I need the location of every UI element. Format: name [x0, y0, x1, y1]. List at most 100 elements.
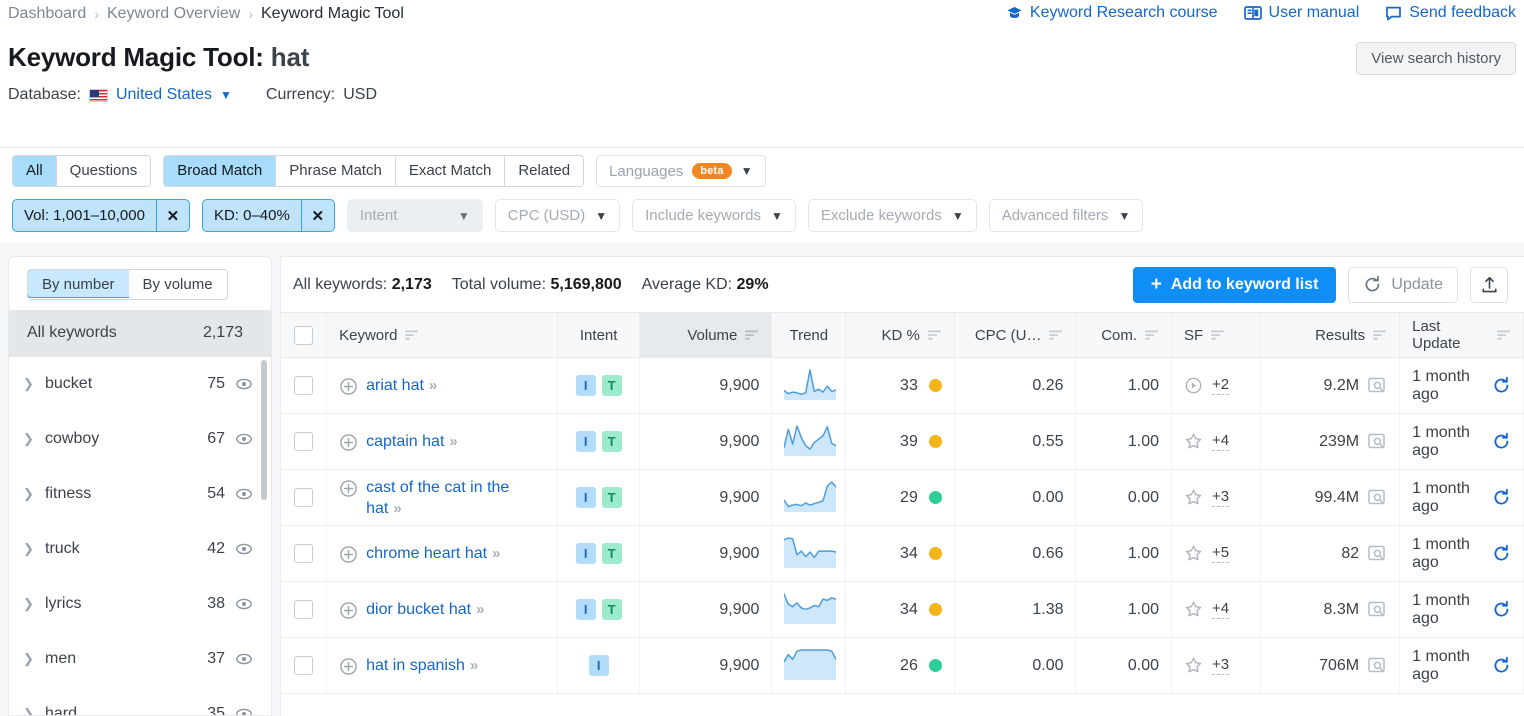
- row-select-cell[interactable]: [281, 526, 327, 582]
- eye-icon[interactable]: [235, 705, 253, 716]
- filter-chip-cpc[interactable]: CPC (USD) ▼: [495, 199, 620, 232]
- eye-icon[interactable]: [235, 650, 253, 668]
- serp-icon[interactable]: [1368, 489, 1387, 506]
- sf-more-count[interactable]: +4: [1212, 600, 1229, 619]
- chevron-down-icon[interactable]: ▼: [220, 88, 232, 102]
- export-button[interactable]: [1470, 267, 1508, 303]
- chevron-double-right-icon[interactable]: »: [393, 500, 399, 517]
- sort-icon[interactable]: [1497, 329, 1511, 341]
- chevron-right-icon[interactable]: ❯: [23, 431, 45, 447]
- languages-dropdown[interactable]: Languages beta ▼: [596, 155, 766, 187]
- update-button[interactable]: Update: [1348, 267, 1458, 303]
- filter-tab-all[interactable]: All: [13, 156, 57, 186]
- eye-icon[interactable]: [235, 595, 253, 613]
- intent-badge-t[interactable]: T: [602, 431, 622, 452]
- sidebar-item-hard[interactable]: ❯ hard 35: [9, 687, 271, 716]
- row-checkbox[interactable]: [294, 600, 313, 619]
- sf-more-count[interactable]: +2: [1212, 376, 1229, 395]
- user-manual-link[interactable]: User manual: [1244, 4, 1360, 22]
- filter-tab-questions[interactable]: Questions: [57, 156, 151, 186]
- eye-icon[interactable]: [235, 430, 253, 448]
- intent-badge-t[interactable]: T: [602, 543, 622, 564]
- sort-icon[interactable]: [1211, 329, 1225, 341]
- chevron-double-right-icon[interactable]: »: [492, 545, 498, 562]
- filter-chip-volume[interactable]: Vol: 1,001–10,000 ✕: [12, 199, 190, 232]
- refresh-icon[interactable]: [1492, 600, 1511, 619]
- intent-badge-i[interactable]: I: [576, 543, 596, 564]
- row-checkbox[interactable]: [294, 544, 313, 563]
- add-keyword-icon[interactable]: [339, 433, 358, 452]
- eye-icon[interactable]: [235, 375, 253, 393]
- breadcrumb-item-dashboard[interactable]: Dashboard: [8, 5, 86, 23]
- chevron-right-icon[interactable]: ❯: [23, 651, 45, 667]
- star-icon[interactable]: [1184, 656, 1203, 675]
- chevron-right-icon[interactable]: ❯: [23, 706, 45, 716]
- row-checkbox[interactable]: [294, 432, 313, 451]
- filter-tab-phrase-match[interactable]: Phrase Match: [276, 156, 396, 186]
- filter-chip-kd[interactable]: KD: 0–40% ✕: [202, 199, 335, 232]
- intent-badge-t[interactable]: T: [602, 599, 622, 620]
- chevron-double-right-icon[interactable]: »: [429, 377, 435, 394]
- keyword-link[interactable]: chrome heart hat»: [366, 543, 498, 564]
- row-select-cell[interactable]: [281, 358, 327, 414]
- intent-badge-i[interactable]: I: [589, 655, 609, 676]
- filter-tab-broad-match[interactable]: Broad Match: [164, 156, 276, 186]
- serp-icon[interactable]: [1368, 433, 1387, 450]
- view-search-history-button[interactable]: View search history: [1356, 42, 1516, 75]
- trend-cell[interactable]: [772, 414, 846, 470]
- chevron-right-icon[interactable]: ❯: [23, 376, 45, 392]
- eye-icon[interactable]: [235, 540, 253, 558]
- add-keyword-icon[interactable]: [339, 479, 358, 498]
- column-header-kd[interactable]: KD %: [846, 313, 955, 358]
- sort-icon[interactable]: [1373, 329, 1387, 341]
- row-checkbox[interactable]: [294, 376, 313, 395]
- intent-badge-i[interactable]: I: [576, 487, 596, 508]
- sidebar-item-cowboy[interactable]: ❯ cowboy 67: [9, 412, 271, 467]
- table-row[interactable]: dior bucket hat»IT9,900341.381.00+48.3M1…: [281, 582, 1524, 638]
- serp-icon[interactable]: [1368, 601, 1387, 618]
- breadcrumb-item-keyword-overview[interactable]: Keyword Overview: [107, 5, 240, 23]
- sort-icon[interactable]: [745, 329, 759, 341]
- chevron-double-right-icon[interactable]: »: [449, 433, 455, 450]
- add-keyword-icon[interactable]: [339, 377, 358, 396]
- row-checkbox[interactable]: [294, 488, 313, 507]
- table-row[interactable]: hat in spanish»I9,900260.000.00+3706M1 m…: [281, 638, 1524, 694]
- row-select-cell[interactable]: [281, 638, 327, 694]
- add-to-keyword-list-button[interactable]: + Add to keyword list: [1133, 267, 1337, 303]
- column-header-volume[interactable]: Volume: [639, 313, 772, 358]
- add-keyword-icon[interactable]: [339, 657, 358, 676]
- serp-icon[interactable]: [1368, 545, 1387, 562]
- keyword-link[interactable]: captain hat»: [366, 431, 456, 452]
- sidebar-item-fitness[interactable]: ❯ fitness 54: [9, 467, 271, 522]
- keyword-link[interactable]: dior bucket hat»: [366, 599, 482, 620]
- add-keyword-icon[interactable]: [339, 601, 358, 620]
- trend-cell[interactable]: [772, 526, 846, 582]
- row-checkbox[interactable]: [294, 656, 313, 675]
- table-row[interactable]: ariat hat»IT9,900330.261.00+29.2M1 month…: [281, 358, 1524, 414]
- column-header-trend[interactable]: Trend: [772, 313, 846, 358]
- sf-more-count[interactable]: +4: [1212, 432, 1229, 451]
- column-header-results[interactable]: Results: [1261, 313, 1400, 358]
- trend-cell[interactable]: [772, 582, 846, 638]
- filter-tab-related[interactable]: Related: [505, 156, 583, 186]
- sort-by-volume-button[interactable]: By volume: [129, 270, 227, 299]
- sort-icon[interactable]: [928, 329, 942, 341]
- refresh-icon[interactable]: [1492, 544, 1511, 563]
- sf-more-count[interactable]: +5: [1212, 544, 1229, 563]
- table-row[interactable]: cast of the cat in the hat»IT9,900290.00…: [281, 470, 1524, 526]
- sidebar-item-men[interactable]: ❯ men 37: [9, 632, 271, 687]
- chevron-double-right-icon[interactable]: »: [470, 657, 476, 674]
- chevron-right-icon[interactable]: ❯: [23, 596, 45, 612]
- sort-by-number-button[interactable]: By number: [27, 269, 130, 298]
- column-header-cpc[interactable]: CPC (U…: [954, 313, 1076, 358]
- refresh-icon[interactable]: [1492, 656, 1511, 675]
- breadcrumb-item-keyword-magic-tool[interactable]: Keyword Magic Tool: [261, 5, 404, 23]
- keyword-link[interactable]: ariat hat»: [366, 375, 435, 396]
- intent-badge-i[interactable]: I: [576, 375, 596, 396]
- select-all-checkbox[interactable]: [294, 326, 313, 345]
- filter-chip-exclude-keywords[interactable]: Exclude keywords ▼: [808, 199, 977, 232]
- filter-chip-intent[interactable]: Intent ▼: [347, 199, 483, 232]
- intent-badge-t[interactable]: T: [602, 375, 622, 396]
- sidebar-item-truck[interactable]: ❯ truck 42: [9, 522, 271, 577]
- filter-chip-include-keywords[interactable]: Include keywords ▼: [632, 199, 796, 232]
